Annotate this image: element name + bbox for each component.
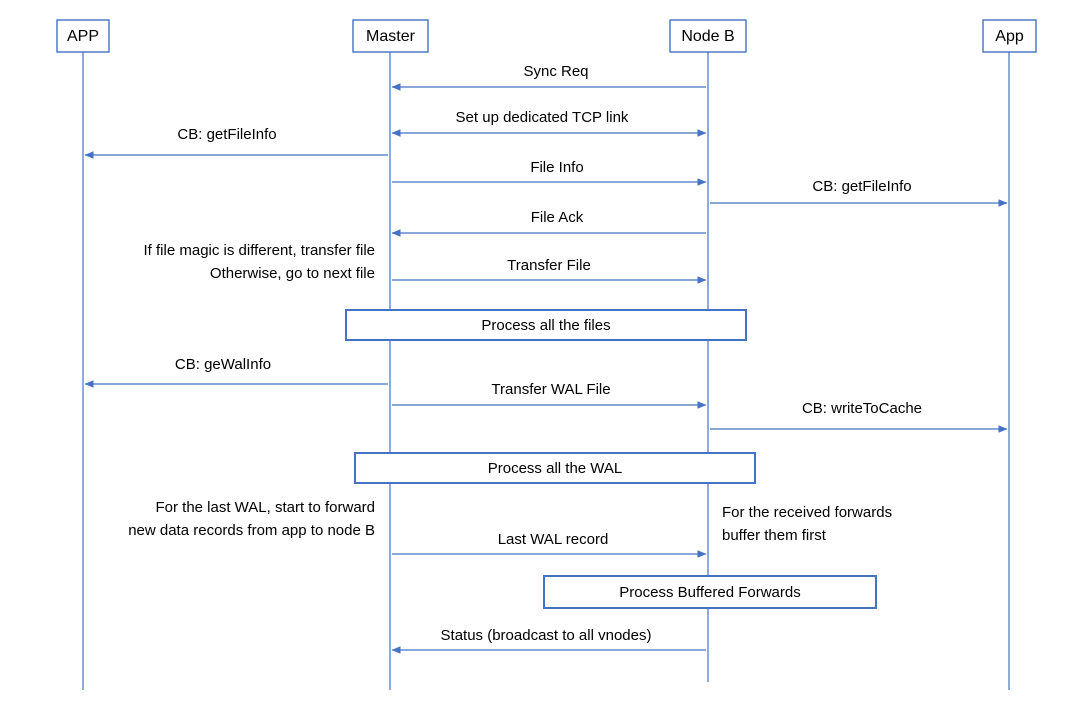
actor-label-app_right: App xyxy=(995,28,1024,45)
actor-header-node_b[interactable]: Node B xyxy=(669,19,747,53)
message-label-cb-gewalinfo: CB: geWalInfo xyxy=(175,356,271,373)
message-label-sync-req: Sync Req xyxy=(523,63,588,80)
note-line-note-last-wal-forward-1: new data records from app to node B xyxy=(128,522,375,539)
message-label-cb-writetocache: CB: writeToCache xyxy=(802,400,922,417)
message-last-wal-record[interactable]: Last WAL record xyxy=(392,531,707,558)
fragment-label-process-all-wal: Process all the WAL xyxy=(488,460,623,477)
message-cb-writetocache[interactable]: CB: writeToCache xyxy=(710,400,1008,433)
messages-layer: Sync Req Set up dedicated TCP link CB: get… xyxy=(84,63,1008,654)
fragment-label-process-all-files: Process all the files xyxy=(481,317,610,334)
actor-header-master[interactable]: Master xyxy=(352,19,429,53)
fragments-layer: Process all the files Process all the WAL… xyxy=(345,309,877,609)
message-label-status-broadcast: Status (broadcast to all vnodes) xyxy=(441,627,652,644)
message-label-file-ack: File Ack xyxy=(531,209,584,226)
message-label-cb-getfileinfo-left: CB: getFileInfo xyxy=(177,126,276,143)
actor-label-node_b: Node B xyxy=(681,28,734,45)
message-setup-tcp[interactable]: Set up dedicated TCP link xyxy=(391,109,707,137)
message-transfer-wal[interactable]: Transfer WAL File xyxy=(392,381,707,409)
message-file-ack[interactable]: File Ack xyxy=(391,209,706,237)
actor-label-app_left: APP xyxy=(67,28,99,45)
note-note-file-magic: If file magic is different, transfer fil… xyxy=(144,242,375,282)
message-cb-gewalinfo[interactable]: CB: geWalInfo xyxy=(84,356,388,388)
note-note-last-wal-forward: For the last WAL, start to forward new da… xyxy=(128,499,375,539)
note-note-buffer-forwards: For the received forwards buffer them fir… xyxy=(722,504,892,544)
message-label-last-wal-record: Last WAL record xyxy=(498,531,609,548)
message-cb-getfileinfo-left[interactable]: CB: getFileInfo xyxy=(84,126,388,159)
message-sync-req[interactable]: Sync Req xyxy=(391,63,706,91)
note-line-note-buffer-forwards-1: buffer them first xyxy=(722,527,827,544)
message-label-setup-tcp: Set up dedicated TCP link xyxy=(456,109,629,126)
note-line-note-buffer-forwards-0: For the received forwards xyxy=(722,504,892,521)
actors-layer: APP Master Node B App xyxy=(56,19,1037,53)
note-line-note-file-magic-1: Otherwise, go to next file xyxy=(210,265,375,282)
message-label-transfer-file: Transfer File xyxy=(507,257,591,274)
actor-header-app_right[interactable]: App xyxy=(982,19,1037,53)
message-label-file-info: File Info xyxy=(530,159,583,176)
fragment-process-all-files[interactable]: Process all the files xyxy=(345,309,747,341)
actor-header-app_left[interactable]: APP xyxy=(56,19,110,53)
note-line-note-file-magic-0: If file magic is different, transfer fil… xyxy=(144,242,375,259)
fragment-process-buffered-fwds[interactable]: Process Buffered Forwards xyxy=(543,575,877,609)
sequence-diagram-canvas: Sync Req Set up dedicated TCP link CB: get… xyxy=(56,19,1037,690)
fragment-label-process-buffered-fwds: Process Buffered Forwards xyxy=(619,584,800,601)
message-status-broadcast[interactable]: Status (broadcast to all vnodes) xyxy=(391,627,706,654)
sequence-diagram: Sync Req Set up dedicated TCP link CB: get… xyxy=(0,0,1081,705)
message-file-info[interactable]: File Info xyxy=(392,159,707,186)
message-cb-getfileinfo-right[interactable]: CB: getFileInfo xyxy=(710,178,1008,207)
message-label-transfer-wal: Transfer WAL File xyxy=(491,381,610,398)
note-line-note-last-wal-forward-0: For the last WAL, start to forward xyxy=(155,499,375,516)
actor-label-master: Master xyxy=(366,28,416,45)
fragment-process-all-wal[interactable]: Process all the WAL xyxy=(354,452,756,484)
message-transfer-file[interactable]: Transfer File xyxy=(392,257,707,284)
message-label-cb-getfileinfo-right: CB: getFileInfo xyxy=(812,178,911,195)
